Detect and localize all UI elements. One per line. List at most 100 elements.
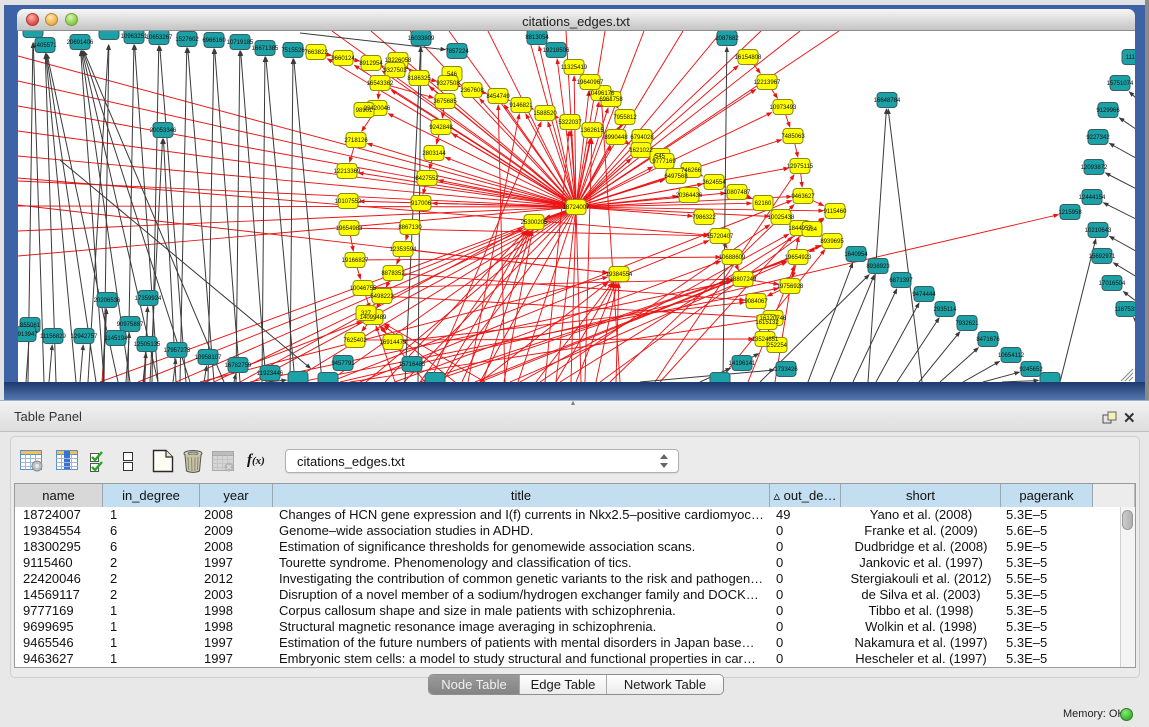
svg-text:11923446: 11923446 [257, 371, 284, 377]
svg-text:8471676: 8471676 [976, 337, 1000, 343]
svg-text:6961758: 6961758 [599, 97, 623, 103]
svg-text:2367608: 2367608 [460, 88, 484, 94]
svg-text:10963251: 10963251 [121, 34, 148, 40]
svg-text:19654983: 19654983 [336, 226, 363, 232]
svg-text:20206536: 20206536 [94, 298, 121, 304]
svg-text:8867130: 8867130 [398, 225, 422, 231]
svg-text:8938923: 8938923 [866, 264, 890, 270]
svg-text:16154808: 16154808 [735, 55, 762, 61]
svg-text:9327508: 9327508 [436, 81, 460, 87]
svg-text:12942757: 12942757 [71, 334, 98, 340]
svg-text:7932621: 7932621 [955, 321, 979, 327]
svg-text:11156829: 11156829 [40, 334, 66, 340]
svg-text:15720407: 15720407 [707, 234, 734, 240]
svg-text:2935114: 2935114 [934, 307, 958, 313]
svg-text:18724007: 18724007 [563, 205, 590, 211]
svg-text:10807487: 10807487 [724, 190, 751, 196]
svg-text:7663822: 7663822 [304, 50, 328, 56]
svg-text:8813054: 8813054 [525, 35, 549, 41]
svg-text:12093872: 12093872 [1081, 165, 1108, 171]
svg-text:8878352: 8878352 [381, 271, 405, 277]
svg-text:3624554: 3624554 [702, 180, 726, 186]
svg-text:17016504: 17016504 [1099, 281, 1126, 287]
svg-text:10654112: 10654112 [998, 353, 1025, 359]
svg-text:8912954: 8912954 [359, 61, 383, 67]
svg-text:19384554: 19384554 [606, 272, 633, 278]
svg-text:327: 327 [361, 311, 372, 317]
svg-text:6966160: 6966160 [202, 38, 226, 44]
svg-text:1640954: 1640954 [844, 252, 868, 258]
svg-text:7955812: 7955812 [613, 115, 637, 121]
svg-text:12213369: 12213369 [334, 169, 361, 175]
svg-text:252254: 252254 [767, 343, 788, 349]
svg-text:984: 984 [807, 227, 818, 233]
svg-text:7986322: 7986322 [692, 215, 716, 221]
svg-text:3675685: 3675685 [433, 99, 457, 105]
svg-text:12213967: 12213967 [754, 80, 781, 86]
svg-text:1362615: 1362615 [580, 128, 604, 134]
svg-text:855061: 855061 [20, 323, 41, 329]
svg-text:19640967: 19640967 [577, 80, 604, 86]
svg-text:1112: 1112 [1126, 55, 1135, 61]
svg-text:9245652: 9245652 [1019, 367, 1043, 373]
svg-text:19756928: 19756928 [777, 284, 804, 290]
svg-text:1733426: 1733426 [774, 367, 798, 373]
svg-text:25300205: 25300205 [521, 220, 548, 226]
svg-text:1215958: 1215958 [1058, 210, 1082, 216]
svg-text:1527602: 1527602 [175, 37, 199, 43]
svg-text:16033809: 16033809 [408, 36, 435, 42]
svg-text:8427552: 8427552 [415, 176, 439, 182]
svg-text:10719185: 10719185 [227, 40, 254, 46]
svg-text:8454749: 8454749 [486, 94, 510, 100]
svg-text:17957273: 17957273 [164, 348, 191, 354]
svg-text:11325419: 11325419 [561, 65, 588, 71]
svg-text:10958107: 10958107 [195, 355, 222, 361]
svg-text:90975887: 90975887 [117, 322, 144, 328]
svg-text:16914479: 16914479 [380, 340, 407, 346]
svg-text:19654923: 19654923 [785, 255, 812, 261]
svg-text:7857224: 7857224 [445, 49, 469, 55]
svg-text:1145194: 1145194 [105, 336, 129, 342]
svg-text:9129966: 9129966 [1096, 108, 1120, 114]
svg-text:10107552: 10107552 [335, 199, 362, 205]
svg-text:3913947: 3913947 [18, 332, 38, 338]
svg-text:1167533: 1167533 [1115, 307, 1135, 313]
svg-text:9242848: 9242848 [429, 125, 453, 131]
svg-text:9227342: 9227342 [1086, 135, 1110, 141]
svg-text:16543362: 16543362 [367, 81, 394, 87]
svg-text:1588520: 1588520 [533, 111, 557, 117]
svg-text:12975115: 12975115 [787, 164, 814, 170]
svg-text:15716485: 15716485 [399, 362, 426, 368]
svg-text:1405571: 1405571 [33, 43, 57, 49]
svg-text:9457791: 9457791 [331, 361, 355, 367]
svg-text:1615132: 1615132 [755, 320, 779, 326]
svg-text:6497568: 6497568 [664, 174, 688, 180]
svg-text:8990448: 8990448 [604, 135, 628, 141]
svg-text:9327503: 9327503 [383, 68, 407, 74]
svg-text:16671385: 16671385 [252, 46, 279, 52]
svg-text:15692971: 15692971 [1089, 254, 1116, 260]
svg-text:98901: 98901 [356, 108, 373, 114]
svg-text:16648784: 16648784 [874, 98, 901, 104]
svg-text:10973493: 10973493 [770, 105, 797, 111]
svg-text:16782759: 16782759 [225, 363, 252, 369]
svg-text:1621022: 1621022 [629, 148, 653, 154]
svg-text:6871397: 6871397 [889, 278, 913, 284]
svg-text:7485063: 7485063 [781, 134, 805, 140]
svg-text:9146821: 9146821 [509, 103, 533, 109]
svg-text:9777169: 9777169 [652, 159, 676, 165]
svg-text:10025438: 10025438 [768, 215, 795, 221]
svg-text:9463627: 9463627 [791, 194, 815, 200]
svg-text:15751074: 15751074 [1107, 81, 1134, 87]
svg-text:9115460: 9115460 [824, 209, 848, 215]
svg-text:10210643: 10210643 [1085, 228, 1112, 234]
svg-text:20691406: 20691406 [67, 40, 94, 46]
svg-text:5322037: 5322037 [558, 120, 582, 126]
svg-text:10046755: 10046755 [350, 286, 377, 292]
svg-text:10496176: 10496176 [588, 91, 615, 97]
svg-text:12444154: 12444154 [1079, 195, 1106, 201]
svg-text:9474444: 9474444 [912, 292, 936, 298]
svg-text:917006: 917006 [411, 201, 432, 207]
svg-text:6794028: 6794028 [630, 135, 654, 141]
svg-text:10688609: 10688609 [719, 255, 746, 261]
